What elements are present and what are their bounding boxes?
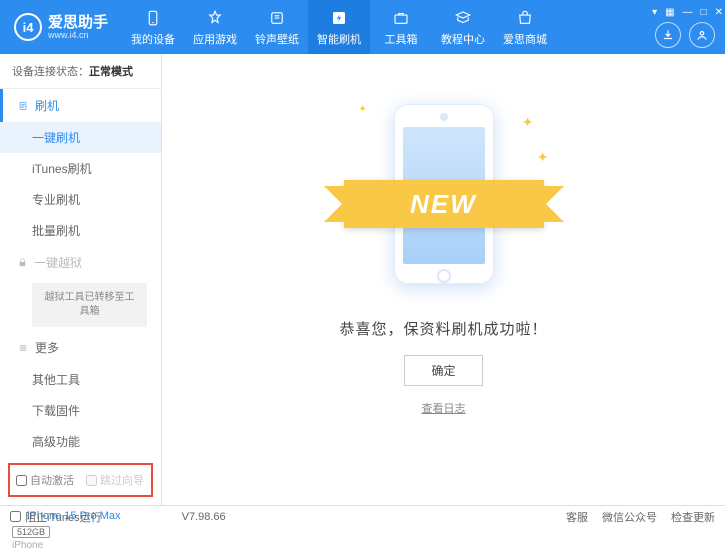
ringtone-icon bbox=[267, 8, 287, 28]
user-button[interactable] bbox=[689, 22, 715, 48]
logo-icon: i4 bbox=[14, 13, 42, 41]
auto-activate-checkbox[interactable]: 自动激活 bbox=[16, 472, 74, 488]
nav-apps[interactable]: 应用游戏 bbox=[184, 0, 246, 54]
sparkle-icon: ✦ bbox=[522, 114, 534, 131]
top-nav: 我的设备 应用游戏 铃声壁纸 智能刷机 工具箱 教程中心 爱思商城 bbox=[122, 0, 645, 54]
jailbreak-note: 越狱工具已转移至工具箱 bbox=[32, 283, 147, 327]
nav-toolbox[interactable]: 工具箱 bbox=[370, 0, 432, 54]
list-icon bbox=[17, 101, 29, 111]
lock-icon bbox=[17, 257, 28, 268]
store-icon bbox=[515, 8, 535, 28]
grid-icon[interactable]: ▦ bbox=[663, 7, 676, 18]
sidebar: 设备连接状态：正常模式 刷机 一键刷机 iTunes刷机 专业刷机 批量刷机 一… bbox=[0, 54, 162, 505]
device-icon bbox=[143, 8, 163, 28]
connection-status: 设备连接状态：正常模式 bbox=[0, 54, 161, 89]
tutorial-icon bbox=[453, 8, 473, 28]
apps-icon bbox=[205, 8, 225, 28]
ok-button[interactable]: 确定 bbox=[404, 355, 482, 386]
app-site: www.i4.cn bbox=[48, 30, 108, 40]
toolbox-icon bbox=[391, 8, 411, 28]
sparkle-icon: ✦ bbox=[537, 149, 549, 166]
sparkle-icon: ✦ bbox=[359, 104, 367, 115]
more-icon bbox=[17, 343, 29, 353]
main-content: ✦ ✦ ✦ NEW 恭喜您，保资料刷机成功啦！ 确定 查看日志 bbox=[162, 54, 725, 505]
download-button[interactable] bbox=[655, 22, 681, 48]
version-label: V7.98.66 bbox=[182, 511, 226, 523]
section-jailbreak: 一键越狱 bbox=[0, 246, 161, 279]
footer-link-update[interactable]: 检查更新 bbox=[671, 509, 715, 525]
window-controls: ▾ ▦ — □ ✕ bbox=[650, 7, 725, 18]
sidebar-item-firmware[interactable]: 下载固件 bbox=[0, 395, 161, 426]
sidebar-item-advanced[interactable]: 高级功能 bbox=[0, 426, 161, 457]
footer-link-wechat[interactable]: 微信公众号 bbox=[602, 509, 657, 525]
logo-area: i4 爱思助手 www.i4.cn bbox=[0, 13, 122, 41]
flash-icon bbox=[329, 8, 349, 28]
app-header: i4 爱思助手 www.i4.cn 我的设备 应用游戏 铃声壁纸 智能刷机 工具… bbox=[0, 0, 725, 54]
section-more[interactable]: 更多 bbox=[0, 331, 161, 364]
nav-my-device[interactable]: 我的设备 bbox=[122, 0, 184, 54]
nav-flash[interactable]: 智能刷机 bbox=[308, 0, 370, 54]
nav-tutorials[interactable]: 教程中心 bbox=[432, 0, 494, 54]
block-itunes-checkbox[interactable]: 阻止iTunes运行 bbox=[10, 509, 102, 525]
sidebar-item-pro[interactable]: 专业刷机 bbox=[0, 184, 161, 215]
footer-link-support[interactable]: 客服 bbox=[566, 509, 588, 525]
sidebar-item-oneclick[interactable]: 一键刷机 bbox=[0, 122, 161, 153]
view-log-link[interactable]: 查看日志 bbox=[422, 400, 466, 416]
options-box: 自动激活 跳过向导 bbox=[8, 463, 153, 497]
nav-ringtones[interactable]: 铃声壁纸 bbox=[246, 0, 308, 54]
menu-icon[interactable]: ▾ bbox=[650, 7, 659, 18]
device-storage: 512GB bbox=[12, 526, 50, 538]
close-icon[interactable]: ✕ bbox=[713, 7, 725, 18]
sidebar-item-other[interactable]: 其他工具 bbox=[0, 364, 161, 395]
success-illustration: ✦ ✦ ✦ NEW bbox=[324, 94, 564, 294]
maximize-icon[interactable]: □ bbox=[699, 7, 709, 18]
device-type: iPhone bbox=[12, 540, 149, 551]
sidebar-item-batch[interactable]: 批量刷机 bbox=[0, 215, 161, 246]
app-name: 爱思助手 bbox=[48, 15, 108, 30]
section-flash[interactable]: 刷机 bbox=[0, 89, 161, 122]
new-ribbon: NEW bbox=[344, 180, 544, 228]
nav-store[interactable]: 爱思商城 bbox=[494, 0, 556, 54]
success-message: 恭喜您，保资料刷机成功啦！ bbox=[339, 318, 547, 339]
skip-guide-checkbox[interactable]: 跳过向导 bbox=[86, 472, 144, 488]
sidebar-item-itunes[interactable]: iTunes刷机 bbox=[0, 153, 161, 184]
minimize-icon[interactable]: — bbox=[681, 7, 695, 18]
